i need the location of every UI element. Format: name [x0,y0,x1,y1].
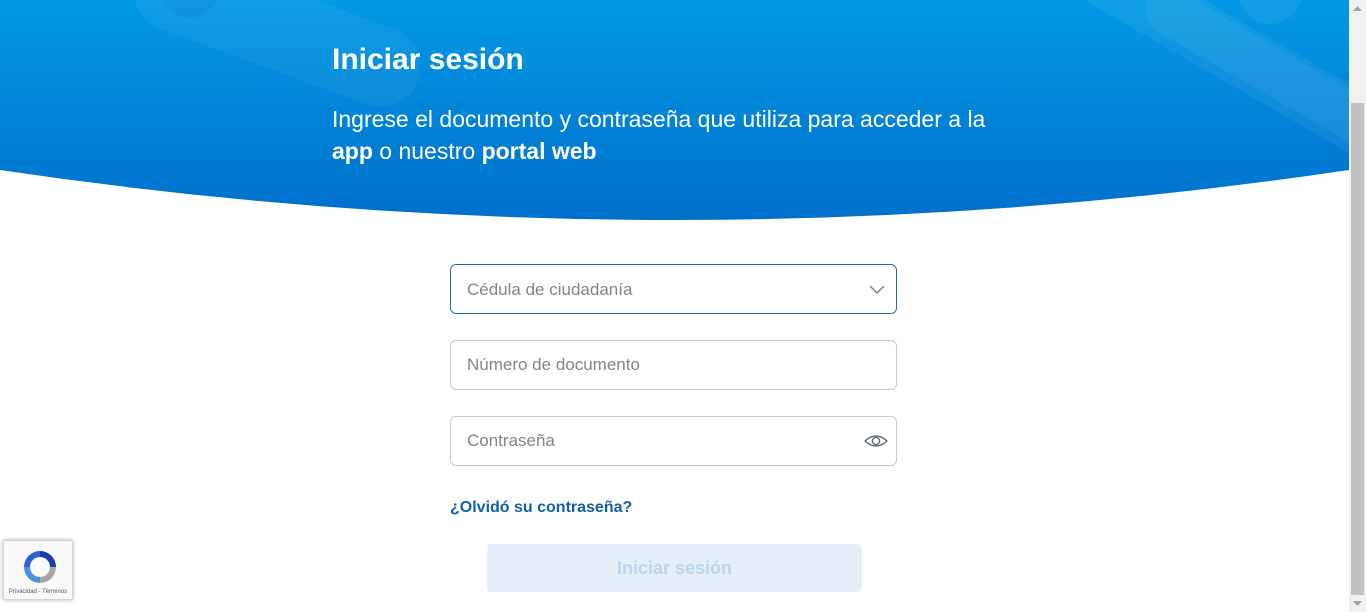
document-type-select[interactable]: Cédula de ciudadanía [450,264,897,314]
subtitle-app: app [332,138,373,164]
recaptcha-links[interactable]: Privacidad - Términos [4,588,72,596]
subtitle-text-1: Ingrese el documento y contraseña que ut… [332,106,986,132]
page-subtitle: Ingrese el documento y contraseña que ut… [332,103,1032,167]
eye-icon[interactable] [864,432,888,450]
page-title: Iniciar sesión [332,43,524,76]
recaptcha-badge[interactable]: Privacidad - Términos [3,540,73,600]
scroll-down-arrow-icon[interactable] [1349,595,1366,612]
document-number-input[interactable] [451,341,896,389]
recaptcha-logo-icon [24,551,56,583]
subtitle-portal-web: portal web [481,138,597,164]
login-button[interactable]: Iniciar sesión [487,544,862,592]
page-scrollbar[interactable] [1349,0,1366,612]
login-page: Iniciar sesión Ingrese el documento y co… [0,0,1366,612]
document-type-value: Cédula de ciudadanía [467,280,633,299]
scroll-up-arrow-icon[interactable] [1349,0,1366,17]
subtitle-text-2: o nuestro [372,138,482,164]
password-field [450,416,897,466]
scrollbar-thumb[interactable] [1351,103,1364,595]
chevron-down-icon [869,285,885,294]
document-number-field [450,340,897,390]
forgot-password-link[interactable]: ¿Olvidó su contraseña? [450,498,632,518]
hero-banner: Iniciar sesión Ingrese el documento y co… [0,0,1349,230]
password-input[interactable] [451,417,896,465]
